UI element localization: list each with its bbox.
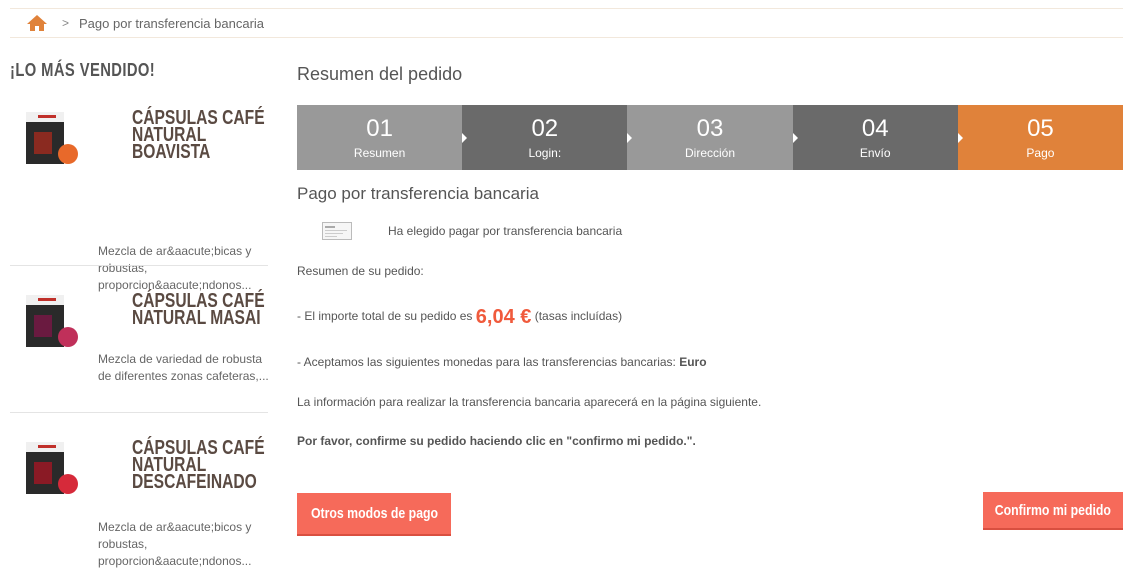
step-label: Login: [528,145,562,160]
step-login[interactable]: 02 Login: [462,105,628,170]
home-icon[interactable] [26,14,48,32]
step-payment[interactable]: 05 Pago [957,105,1123,170]
step-shipping[interactable]: 04 Envío [792,105,958,170]
total-line: - El importe total de su pedido es 6,04 … [297,306,622,329]
breadcrumb-separator: > [62,16,70,30]
step-number: 03 [696,114,724,142]
payment-title: Pago por transferencia bancaria [297,184,539,203]
bestsellers-sidebar: ¡LO MÁS VENDIDO! CÁPSULAS CAFÉ NATURAL B… [10,58,269,568]
checkout-steps: 01 Resumen 02 Login: 03 Dirección 04 Env… [297,105,1123,170]
currency-value: Euro [679,355,707,369]
breadcrumb: > Pago por transferencia bancaria [10,8,1123,38]
step-label: Envío [859,145,891,160]
button-label: Confirmo mi pedido [994,501,1112,519]
bank-transfer-icon [322,222,352,240]
divider [10,412,268,413]
step-number: 04 [861,114,889,142]
other-payment-methods-button[interactable]: Otros modos de pago [297,493,451,534]
coffee-box-image[interactable] [24,440,82,498]
coffee-box-image[interactable] [24,293,82,351]
step-arrow-icon [957,133,963,143]
step-arrow-icon [792,133,798,143]
product-name[interactable]: CÁPSULAS CAFÉ NATURAL DESCAFEINADO [132,438,265,492]
breadcrumb-current: Pago por transferencia bancaria [79,15,265,31]
summary-label: Resumen de su pedido: [297,264,424,278]
confirm-order-button[interactable]: Confirmo mi pedido [983,492,1123,528]
total-prefix: - El importe total de su pedido es [297,309,476,323]
total-suffix: (tasas incluídas) [531,309,623,323]
button-label: Otros modos de pago [310,505,438,522]
step-summary[interactable]: 01 Resumen [297,105,463,170]
info-text: La información para realizar la transfer… [297,395,762,409]
step-label: Dirección [685,145,736,160]
page-title: Resumen del pedido [297,64,463,84]
step-arrow-icon [627,133,633,143]
product-name[interactable]: CÁPSULAS CAFÉ NATURAL MASAI [132,291,265,328]
confirm-instruction: Por favor, confirme su pedido haciendo c… [297,434,696,448]
product-description: Mezcla de ar&aacute;bicas y robustas, pr… [98,244,252,292]
currency-prefix: - Aceptamos las siguientes monedas para … [297,355,680,369]
step-label: Pago [1026,145,1055,160]
product-description: Mezcla de ar&aacute;bicos y robustas, pr… [98,520,252,568]
coffee-box-image[interactable] [24,110,82,168]
step-arrow-icon [462,133,468,143]
step-number: 05 [1027,114,1054,142]
step-address[interactable]: 03 Dirección [627,105,793,170]
step-number: 01 [366,114,393,142]
divider [10,265,268,266]
total-amount: 6,04 € [475,306,532,328]
sidebar-title: ¡LO MÁS VENDIDO! [10,60,156,80]
currency-line: - Aceptamos las siguientes monedas para … [297,355,707,369]
step-number: 02 [531,114,559,142]
product-name[interactable]: CÁPSULAS CAFÉ NATURAL BOAVISTA [132,108,265,162]
step-label: Resumen [353,145,406,160]
chosen-payment-text: Ha elegido pagar por transferencia banca… [388,224,623,238]
product-description: Mezcla de variedad de robusta de diferen… [98,352,269,383]
